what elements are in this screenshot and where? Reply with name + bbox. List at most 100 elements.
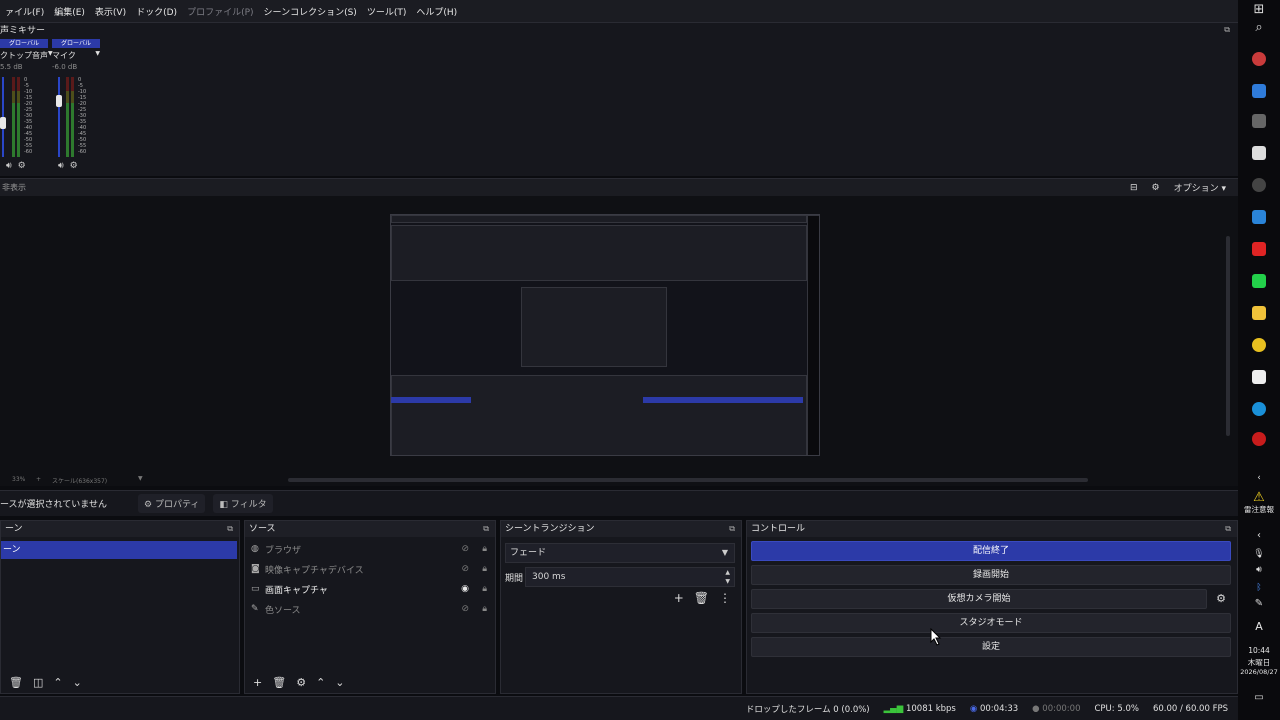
search-icon[interactable]: ⌕ bbox=[1249, 18, 1269, 38]
stream-icon: ◉ bbox=[969, 703, 978, 714]
chrome-icon[interactable] bbox=[1252, 338, 1266, 352]
menu-item[interactable]: 編集(E) bbox=[49, 5, 90, 18]
speaker-icon[interactable]: 🔊︎ bbox=[6, 161, 12, 171]
filters-button[interactable]: ◧ フィルタ bbox=[213, 494, 273, 513]
source-item-browser[interactable]: ◍ ブラウザ ⊘ 🔒︎ bbox=[245, 539, 495, 559]
gear-icon[interactable]: ⚙︎ bbox=[1211, 589, 1231, 609]
chevron-down-icon[interactable]: ▼ bbox=[95, 50, 100, 61]
kick-icon[interactable] bbox=[1252, 274, 1266, 288]
lock-icon[interactable]: 🔒︎ bbox=[482, 584, 487, 594]
move-down-icon[interactable]: ⌄ bbox=[73, 676, 82, 689]
eye-off-icon[interactable]: ⊘ bbox=[461, 544, 469, 554]
app-icon[interactable] bbox=[1252, 370, 1266, 384]
level-meter bbox=[12, 77, 15, 157]
add-icon[interactable]: + bbox=[253, 676, 262, 689]
lock-icon[interactable]: 🔒︎ bbox=[482, 544, 487, 554]
lock-icon[interactable]: 🔒︎ bbox=[482, 604, 487, 614]
preview-hscroll[interactable] bbox=[288, 478, 1088, 482]
volume-fader[interactable] bbox=[58, 77, 60, 157]
sources-dock: ソース ⧉ ◍ ブラウザ ⊘ 🔒︎ ◙ 映像キャプチャデバイス ⊘ 🔒︎ ▭ 画面… bbox=[244, 520, 496, 694]
edge-icon[interactable] bbox=[1252, 402, 1266, 416]
app-icon[interactable] bbox=[1252, 114, 1266, 128]
clock-time[interactable]: 10:44 bbox=[1238, 646, 1280, 655]
menu-item[interactable]: ァイル(F) bbox=[0, 5, 49, 18]
dock-title: シーントランジション bbox=[505, 524, 595, 534]
undock-icon[interactable]: ⧉ bbox=[729, 521, 735, 537]
app-icon[interactable] bbox=[1252, 178, 1266, 192]
eye-off-icon[interactable]: ⊘ bbox=[461, 564, 469, 574]
remove-icon[interactable]: 🗑︎ bbox=[9, 676, 23, 689]
chevron-left-icon[interactable]: ‹ bbox=[1249, 526, 1269, 546]
layout-icon[interactable]: ⊟ bbox=[1130, 183, 1138, 193]
ime-indicator[interactable]: A bbox=[1238, 620, 1280, 633]
undock-icon[interactable]: ⧉ bbox=[483, 521, 489, 537]
virtual-camera-button[interactable]: 仮想カメラ開始 bbox=[751, 589, 1207, 609]
clock-day[interactable]: 木曜日 bbox=[1238, 657, 1280, 668]
source-item-screen-capture[interactable]: ▭ 画面キャプチャ ◉ 🔒︎ bbox=[245, 579, 495, 599]
obs-app-icon[interactable] bbox=[1252, 52, 1266, 66]
add-icon[interactable]: + bbox=[674, 591, 684, 605]
properties-button[interactable]: ⚙︎ プロパティ bbox=[138, 494, 206, 513]
settings-icon[interactable]: ⚙︎ bbox=[70, 161, 78, 171]
remove-icon[interactable]: 🗑︎ bbox=[694, 591, 709, 605]
studio-mode-button[interactable]: スタジオモード bbox=[751, 613, 1231, 633]
duration-input[interactable]: 300 ms ▲ ▼ bbox=[525, 567, 735, 587]
move-up-icon[interactable]: ⌃ bbox=[53, 676, 62, 689]
cpu-usage: CPU: 5.0% bbox=[1094, 703, 1139, 714]
eye-off-icon[interactable]: ⊘ bbox=[461, 604, 469, 614]
gear-icon[interactable]: ⚙︎ bbox=[296, 676, 306, 689]
speaker-icon[interactable]: 🔊︎ bbox=[58, 161, 64, 171]
windows-start-icon[interactable]: ⊞ bbox=[1249, 0, 1269, 20]
menu-bar: ァイル(F) 編集(E) 表示(V) ドック(D) プロファイル(P) シーンコレクション… bbox=[0, 0, 1238, 22]
filter-icon[interactable]: ◫ bbox=[33, 676, 43, 689]
lock-icon[interactable]: 🔒︎ bbox=[482, 564, 487, 574]
stop-stream-button[interactable]: 配信終了 bbox=[751, 541, 1231, 561]
folder-icon[interactable] bbox=[1252, 306, 1266, 320]
fader-knob[interactable] bbox=[0, 117, 6, 129]
fader-knob[interactable] bbox=[56, 95, 62, 107]
shield-icon[interactable] bbox=[1252, 146, 1266, 160]
opera-icon[interactable] bbox=[1252, 432, 1266, 446]
move-up-icon[interactable]: ⌃ bbox=[316, 676, 325, 689]
steam-icon[interactable] bbox=[1252, 210, 1266, 224]
stepper-icon[interactable]: ▲ ▼ bbox=[725, 568, 730, 586]
menu-item[interactable]: ツール(T) bbox=[362, 5, 412, 18]
zoom-in-icon[interactable]: + bbox=[36, 476, 41, 483]
chevron-down-icon[interactable]: ▼ bbox=[138, 475, 143, 482]
fps: 60.00 / 60.00 FPS bbox=[1152, 703, 1228, 714]
pen-icon[interactable]: ✎ bbox=[1249, 594, 1269, 614]
menu-item[interactable]: ヘルプ(H) bbox=[411, 5, 462, 18]
settings-button[interactable]: 設定 bbox=[751, 637, 1231, 657]
move-down-icon[interactable]: ⌄ bbox=[335, 676, 344, 689]
weather-alert[interactable]: 雷注意報 bbox=[1238, 504, 1280, 515]
volume-icon[interactable]: 🔊︎ bbox=[1249, 560, 1269, 580]
notification-icon[interactable]: ▭ bbox=[1249, 688, 1269, 708]
more-icon[interactable]: ⋮ bbox=[719, 591, 731, 605]
scene-item[interactable]: ーン bbox=[1, 541, 237, 559]
undock-icon[interactable]: ⧉ bbox=[1224, 25, 1230, 35]
app-icon[interactable] bbox=[1252, 84, 1266, 98]
source-item-color[interactable]: ✎ 色ソース ⊘ 🔒︎ bbox=[245, 599, 495, 619]
remove-icon[interactable]: 🗑︎ bbox=[272, 676, 286, 689]
dropped-frames: ドロップしたフレーム 0 (0.0%) bbox=[745, 704, 870, 715]
chevron-left-icon[interactable]: ‹ bbox=[1249, 468, 1269, 488]
settings-icon[interactable]: ⚙︎ bbox=[18, 161, 26, 171]
clock-date[interactable]: 2026/08/27 bbox=[1238, 668, 1280, 676]
meter-ticks: 0 -5 -10 -15 -20 -25 -30 -35 -40 -45 -50 -55 -60 bbox=[78, 77, 86, 155]
undock-icon[interactable]: ⧉ bbox=[1225, 521, 1231, 537]
menu-item[interactable]: シーンコレクション(S) bbox=[259, 5, 362, 18]
menu-item[interactable]: プロファイル(P) bbox=[182, 5, 258, 18]
youtube-icon[interactable] bbox=[1252, 242, 1266, 256]
menu-item[interactable]: 表示(V) bbox=[90, 5, 131, 18]
source-item-video-capture[interactable]: ◙ 映像キャプチャデバイス ⊘ 🔒︎ bbox=[245, 559, 495, 579]
menu-item[interactable]: ドック(D) bbox=[131, 5, 182, 18]
transition-select[interactable]: フェード ▼ bbox=[505, 543, 735, 563]
preview-area[interactable] bbox=[0, 196, 1238, 474]
preview-canvas[interactable] bbox=[390, 214, 820, 456]
eye-icon[interactable]: ◉ bbox=[461, 584, 469, 594]
undock-icon[interactable]: ⧉ bbox=[227, 521, 233, 537]
options-button[interactable]: オプション ▾ bbox=[1174, 181, 1226, 194]
start-record-button[interactable]: 録画開始 bbox=[751, 565, 1231, 585]
preview-vscroll[interactable] bbox=[1226, 236, 1230, 436]
gear-icon[interactable]: ⚙︎ bbox=[1152, 183, 1160, 193]
